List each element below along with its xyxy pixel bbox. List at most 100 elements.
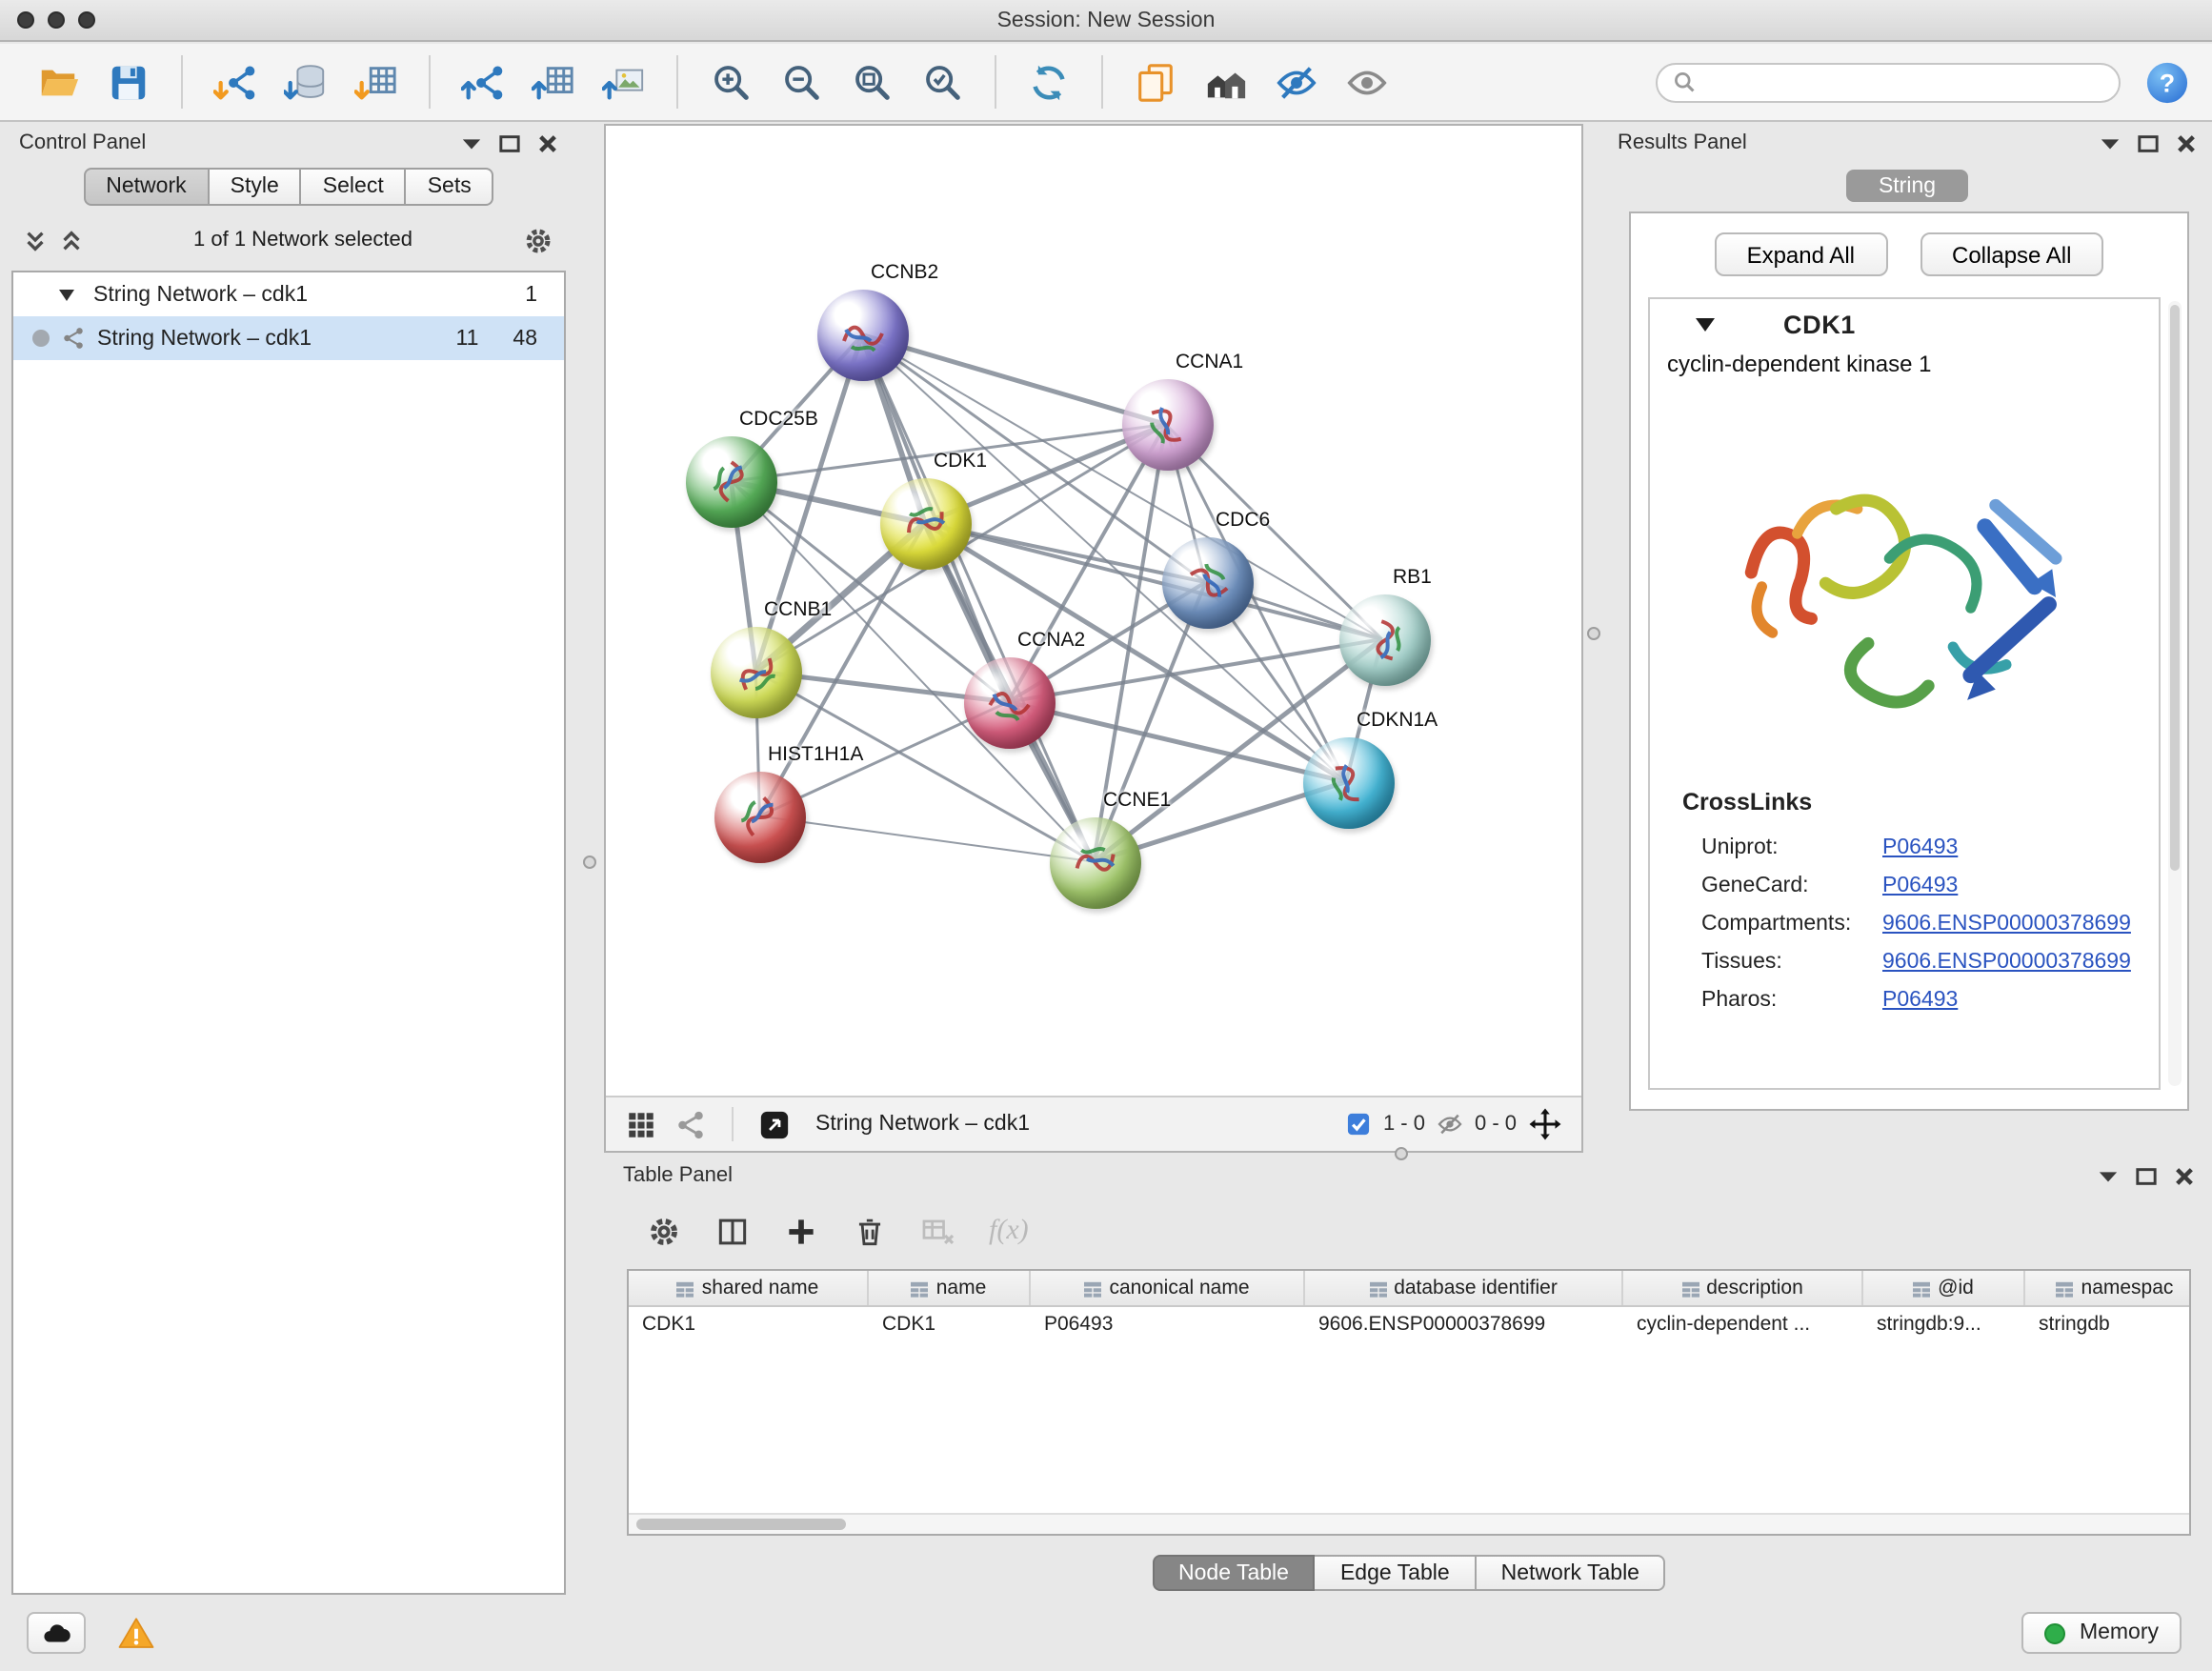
tab-node-table[interactable]: Node Table <box>1152 1555 1316 1591</box>
open-in-window-icon[interactable] <box>758 1108 791 1140</box>
column-header-database-identifier[interactable]: database identifier <box>1305 1271 1623 1305</box>
tab-style[interactable]: Style <box>210 168 302 206</box>
tab-select[interactable]: Select <box>302 168 407 206</box>
column-header-description[interactable]: description <box>1623 1271 1863 1305</box>
panel-menu-icon[interactable] <box>2100 132 2121 153</box>
import-network-from-database-icon[interactable] <box>280 56 332 108</box>
delete-table-icon[interactable] <box>920 1213 956 1249</box>
crosslink-value[interactable]: P06493 <box>1882 989 1958 1012</box>
minimize-window-icon[interactable] <box>48 11 65 29</box>
selected-checkbox-icon[interactable] <box>1345 1111 1372 1137</box>
graph-node-ccne1[interactable] <box>1050 817 1141 909</box>
show-all-icon[interactable] <box>1341 56 1393 108</box>
help-button[interactable]: ? <box>2145 60 2189 104</box>
table-cell: stringdb:9... <box>1863 1307 2025 1343</box>
crosslink-value[interactable]: P06493 <box>1882 875 1958 897</box>
graph-node-ccna2[interactable] <box>964 657 1056 749</box>
column-header-canonical-name[interactable]: canonical name <box>1031 1271 1305 1305</box>
collapse-all-button[interactable]: Collapse All <box>1920 232 2103 276</box>
splitter-handle[interactable] <box>583 856 596 869</box>
close-panel-icon[interactable] <box>2174 1165 2195 1186</box>
add-column-icon[interactable] <box>783 1213 819 1249</box>
delete-column-icon[interactable] <box>852 1213 888 1249</box>
tab-sets[interactable]: Sets <box>407 168 494 206</box>
houses-icon[interactable] <box>1200 56 1252 108</box>
network-edges <box>606 126 1581 1096</box>
crosslink-value[interactable]: 9606.ENSP00000378699 <box>1882 913 2131 936</box>
graph-node-cdkn1a[interactable] <box>1303 737 1395 829</box>
import-table-icon[interactable] <box>351 56 402 108</box>
expand-all-button[interactable]: Expand All <box>1715 232 1887 276</box>
close-panel-icon[interactable] <box>2176 132 2197 153</box>
network-row[interactable]: String Network – cdk1 11 48 <box>13 316 564 360</box>
move-icon[interactable] <box>1528 1107 1562 1141</box>
collapse-all-networks-icon[interactable] <box>23 228 48 252</box>
tab-edge-table[interactable]: Edge Table <box>1316 1555 1477 1591</box>
tab-string[interactable]: String <box>1846 170 1968 202</box>
graph-node-ccnb2[interactable] <box>817 290 909 381</box>
memory-button[interactable]: Memory <box>2022 1612 2182 1654</box>
tree-collapse-icon[interactable] <box>59 289 74 300</box>
results-scrollbar[interactable] <box>2168 301 2182 1086</box>
zoom-out-icon[interactable] <box>775 56 827 108</box>
collapse-gene-icon[interactable] <box>1696 318 1715 332</box>
expand-all-networks-icon[interactable] <box>59 228 84 252</box>
tab-network-table[interactable]: Network Table <box>1477 1555 1666 1591</box>
search-input[interactable] <box>1705 69 2103 95</box>
close-window-icon[interactable] <box>17 11 34 29</box>
zoom-in-icon[interactable] <box>705 56 756 108</box>
graph-node-cdc25b[interactable] <box>686 436 777 528</box>
function-builder-icon[interactable]: f(x) <box>989 1215 1029 1247</box>
column-header-name[interactable]: name <box>869 1271 1031 1305</box>
graph-node-ccna1[interactable] <box>1122 379 1214 471</box>
warning-icon[interactable] <box>116 1613 156 1653</box>
crosslink-value[interactable]: P06493 <box>1882 836 1958 859</box>
zoom-window-icon[interactable] <box>78 11 95 29</box>
graph-node-rb1[interactable] <box>1339 594 1431 686</box>
hide-selected-icon[interactable] <box>1271 56 1322 108</box>
hidden-eye-icon[interactable] <box>1437 1111 1463 1137</box>
panel-menu-icon[interactable] <box>461 132 482 153</box>
network-share-icon[interactable] <box>674 1108 707 1140</box>
apply-layout-icon[interactable] <box>1023 56 1075 108</box>
save-session-icon[interactable] <box>103 56 154 108</box>
network-options-gear-icon[interactable] <box>522 224 554 256</box>
graph-node-cdc6[interactable] <box>1162 537 1254 629</box>
column-header--id[interactable]: @id <box>1863 1271 2025 1305</box>
show-columns-icon[interactable] <box>714 1213 751 1249</box>
float-panel-icon[interactable] <box>499 132 520 153</box>
gene-card-header[interactable]: CDK1 <box>1650 299 2159 351</box>
export-table-icon[interactable] <box>528 56 579 108</box>
export-image-icon[interactable] <box>598 56 650 108</box>
table-options-gear-icon[interactable] <box>646 1213 682 1249</box>
scrollbar-thumb[interactable] <box>636 1519 846 1530</box>
graph-node-cdk1[interactable] <box>880 478 972 570</box>
network-canvas[interactable]: CCNB2CCNA1CDC25BCDK1CDC6RB1CCNB1CCNA2CDK… <box>606 126 1581 1096</box>
horizontal-scrollbar[interactable] <box>629 1513 2189 1534</box>
zoom-fit-icon[interactable] <box>846 56 897 108</box>
float-panel-icon[interactable] <box>2136 1165 2157 1186</box>
crosslink-value[interactable]: 9606.ENSP00000378699 <box>1882 951 2131 974</box>
panel-menu-icon[interactable] <box>2098 1165 2119 1186</box>
search-box[interactable] <box>1656 62 2121 102</box>
cloud-button[interactable] <box>27 1612 86 1654</box>
import-network-from-file-icon[interactable] <box>210 56 261 108</box>
export-network-icon[interactable] <box>457 56 509 108</box>
splitter-handle[interactable] <box>1395 1147 1408 1160</box>
column-header-namespac[interactable]: namespac <box>2025 1271 2191 1305</box>
column-label: name <box>936 1277 987 1299</box>
open-session-icon[interactable] <box>32 56 84 108</box>
splitter-handle[interactable] <box>1587 627 1600 640</box>
graph-node-hist1h1a[interactable] <box>714 772 806 863</box>
zoom-selected-icon[interactable] <box>916 56 968 108</box>
documents-icon[interactable] <box>1130 56 1181 108</box>
table-cell: cyclin-dependent ... <box>1623 1307 1863 1343</box>
grid-view-icon[interactable] <box>625 1108 657 1140</box>
float-panel-icon[interactable] <box>2138 132 2159 153</box>
table-row[interactable]: CDK1CDK1P064939606.ENSP00000378699cyclin… <box>629 1307 2189 1343</box>
close-panel-icon[interactable] <box>537 132 558 153</box>
tab-network[interactable]: Network <box>83 168 209 206</box>
column-header-shared-name[interactable]: shared name <box>629 1271 869 1305</box>
network-collection-row[interactable]: String Network – cdk1 1 <box>13 272 564 316</box>
graph-node-ccnb1[interactable] <box>711 627 802 718</box>
